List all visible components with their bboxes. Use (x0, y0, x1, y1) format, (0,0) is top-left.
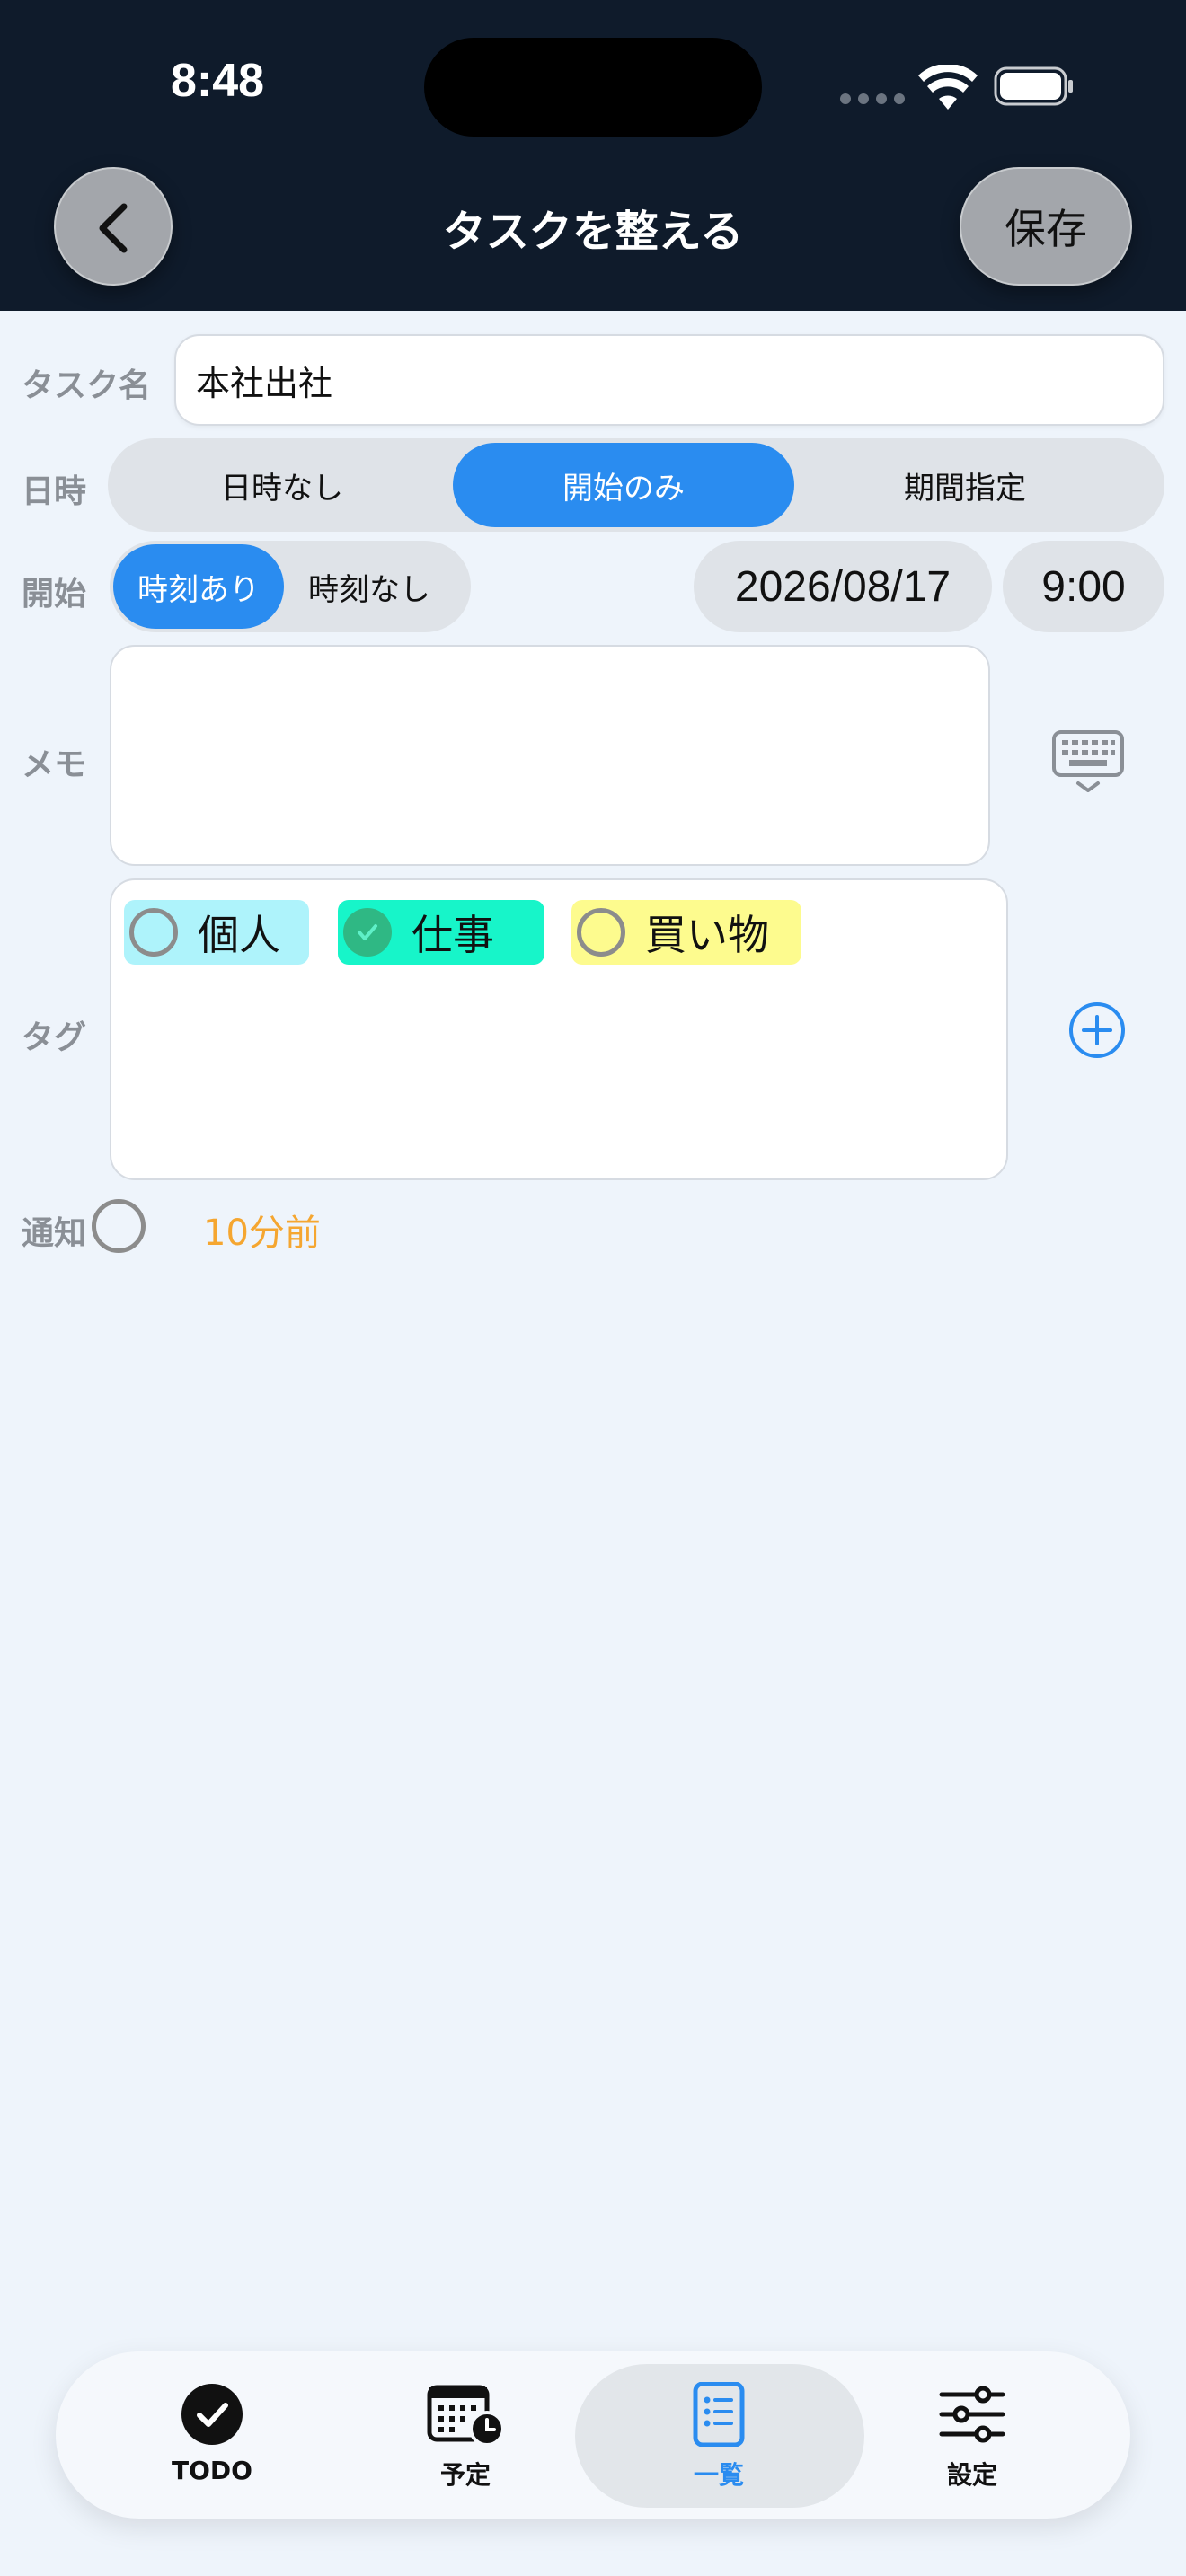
tab-label: 設定 (946, 2460, 997, 2490)
datetime-option-range[interactable]: 期間指定 (794, 443, 1136, 527)
datetime-label: 日時 (22, 473, 87, 510)
tab-schedule[interactable]: 予定 (376, 2382, 555, 2492)
notify-label: 通知 (22, 1215, 87, 1252)
task-name-value: 本社出社 (196, 363, 333, 403)
tag-label: タグ (22, 1019, 87, 1056)
tag-chip-personal[interactable]: 個人 (124, 900, 309, 965)
time-mode-segmented-control: 時刻あり 時刻なし (110, 541, 471, 632)
time-option-with-time[interactable]: 時刻あり (113, 544, 284, 629)
dynamic-island (424, 38, 762, 137)
tag-name: 買い物 (645, 911, 769, 959)
datetime-mode-segmented-control: 日時なし 開始のみ 期間指定 (108, 438, 1164, 532)
tab-settings[interactable]: 設定 (882, 2382, 1062, 2492)
list-icon (693, 2382, 745, 2447)
memo-label: メモ (22, 746, 87, 783)
tab-label: 一覧 (693, 2460, 744, 2490)
save-button[interactable]: 保存 (960, 167, 1132, 286)
wifi-icon (918, 65, 978, 110)
time-option-without-time[interactable]: 時刻なし (284, 544, 455, 629)
tab-list[interactable]: 一覧 (629, 2382, 809, 2492)
calendar-clock-icon (427, 2385, 505, 2447)
checkmark-circle-icon (343, 908, 392, 957)
start-time-picker[interactable]: 9:00 (1003, 541, 1164, 632)
tag-name: 個人 (198, 911, 280, 959)
start-label: 開始 (22, 576, 87, 613)
tag-chip-shopping[interactable]: 買い物 (571, 900, 801, 965)
datetime-option-start-only[interactable]: 開始のみ (453, 443, 794, 527)
tab-todo[interactable]: TODO (122, 2382, 302, 2485)
unchecked-circle-icon (577, 908, 625, 957)
status-time: 8:48 (171, 55, 265, 107)
notify-toggle-circle[interactable] (92, 1199, 146, 1253)
tab-label: 予定 (439, 2460, 491, 2490)
start-date-picker[interactable]: 2026/08/17 (694, 541, 992, 632)
sliders-icon (939, 2386, 1005, 2443)
task-name-label: タスク名 (22, 367, 152, 404)
task-name-input[interactable]: 本社出社 (174, 334, 1164, 426)
tag-name: 仕事 (412, 911, 494, 959)
checkmark-circle-icon (181, 2384, 243, 2445)
notify-offset-value[interactable]: 10分前 (203, 1204, 321, 1256)
add-tag-plus-icon[interactable] (1067, 1001, 1127, 1060)
keyboard-dismiss-icon[interactable] (1051, 729, 1125, 794)
tab-label: TODO (172, 2456, 252, 2485)
memo-textarea[interactable] (110, 645, 990, 866)
datetime-option-none[interactable]: 日時なし (111, 443, 453, 527)
tag-chip-work[interactable]: 仕事 (338, 900, 544, 965)
cellular-signal-icon (840, 93, 905, 104)
unchecked-circle-icon (129, 908, 178, 957)
battery-icon (994, 66, 1073, 106)
